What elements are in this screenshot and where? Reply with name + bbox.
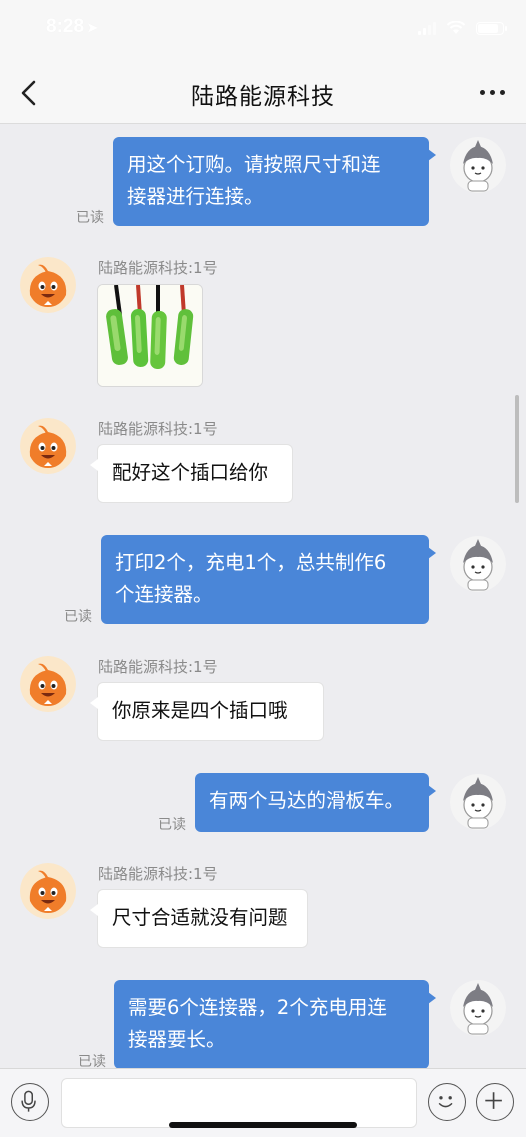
contact-avatar[interactable]: [20, 257, 76, 313]
microphone-icon: [21, 1090, 36, 1112]
my-avatar[interactable]: [450, 980, 506, 1036]
clock-text: 8:28: [46, 16, 85, 37]
connector-photo: [98, 285, 202, 386]
emoji-icon: [438, 1096, 453, 1108]
sender-name: 陆路能源科技:1号: [98, 865, 218, 883]
plus-button[interactable]: [476, 1083, 514, 1121]
message-bubble-incoming[interactable]: 配好这个插口给你: [90, 444, 293, 503]
message-input[interactable]: [61, 1078, 417, 1128]
message-bubble-outgoing[interactable]: 有两个马达的滑板车。: [195, 773, 436, 832]
photo-message[interactable]: [97, 284, 203, 387]
plus-icon: [485, 1092, 502, 1109]
voice-button[interactable]: [11, 1083, 49, 1121]
message-bubble-outgoing[interactable]: 用这个订购。请按照尺寸和连 接器进行连接。: [113, 137, 436, 226]
status-time: 8:28 ➤: [46, 16, 98, 38]
cellular-signal-icon: [418, 21, 436, 35]
sender-name: 陆路能源科技:1号: [98, 658, 218, 676]
read-status: 已读: [76, 210, 104, 226]
message-line: 接器要长。: [128, 1028, 226, 1051]
home-indicator: [169, 1122, 357, 1128]
my-avatar[interactable]: [450, 774, 506, 830]
more-icon[interactable]: [480, 86, 510, 98]
emoji-button[interactable]: [428, 1083, 466, 1121]
chat-title: 陆路能源科技: [191, 84, 335, 110]
battery-icon: [476, 21, 507, 35]
message-line: 需要6个连接器，2个充电用连: [128, 996, 387, 1019]
read-status: 已读: [78, 1054, 106, 1068]
message-bubble-outgoing[interactable]: 需要6个连接器，2个充电用连 接器要长。: [114, 980, 436, 1068]
location-arrow-icon: ➤: [87, 20, 98, 35]
contact-avatar[interactable]: [20, 656, 76, 712]
contact-avatar[interactable]: [20, 418, 76, 474]
status-bar: 8:28 ➤: [0, 0, 526, 60]
read-status: 已读: [64, 609, 92, 625]
message-line: 打印2个，充电1个，总共制作6: [115, 551, 387, 574]
message-line: 个连接器。: [115, 583, 213, 606]
scrollbar[interactable]: [515, 395, 519, 503]
message-bubble-outgoing[interactable]: 打印2个，充电1个，总共制作6 个连接器。: [101, 535, 436, 624]
wifi-icon: [446, 21, 466, 34]
nav-bar: 陆路能源科技: [0, 60, 526, 124]
chat-messages[interactable]: 用这个订购。请按照尺寸和连 接器进行连接。 已读 陆路能源科技:1号 陆路能源科…: [0, 125, 526, 1068]
sender-name: 陆路能源科技:1号: [98, 420, 218, 438]
message-bubble-incoming[interactable]: 尺寸合适就没有问题: [90, 889, 308, 948]
my-avatar[interactable]: [450, 536, 506, 592]
my-avatar[interactable]: [450, 137, 506, 193]
read-status: 已读: [158, 817, 186, 833]
message-bubble-incoming[interactable]: 你原来是四个插口哦: [90, 682, 324, 741]
status-icons: [418, 20, 507, 36]
sender-name: 陆路能源科技:1号: [98, 259, 218, 277]
contact-avatar[interactable]: [20, 863, 76, 919]
message-line: 用这个订购。请按照尺寸和连: [127, 153, 381, 176]
message-line: 接器进行连接。: [127, 185, 264, 208]
